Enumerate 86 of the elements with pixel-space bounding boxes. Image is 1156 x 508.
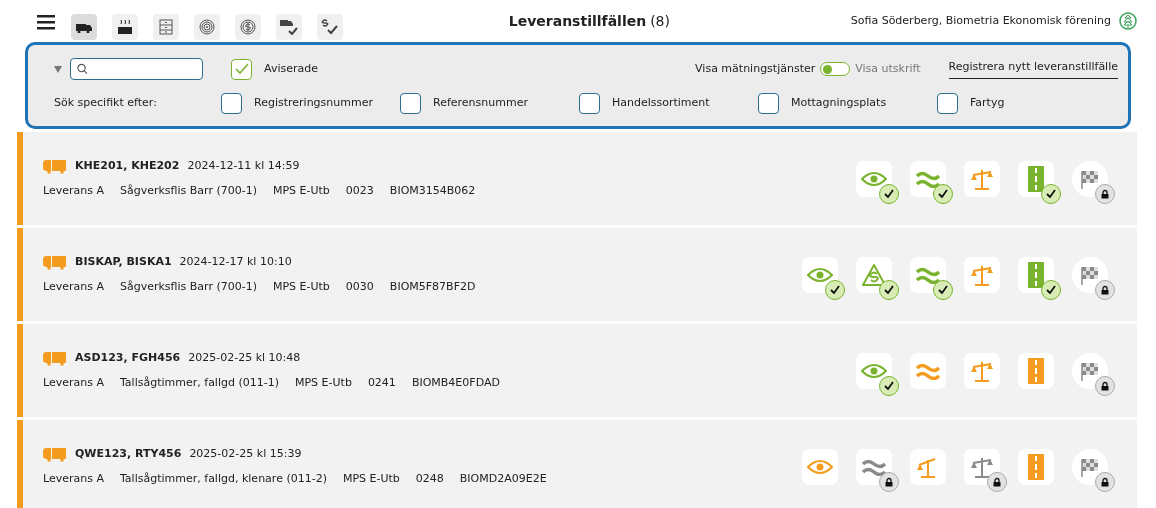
delivery-row[interactable]: BISKAP, BISKA1 2024-12-17 kl 10:10 Leverans A Sågverksflis Barr (700-1) MPS E-Utb 0030 BIOM5F87BF2D <box>17 228 1137 321</box>
cabinet-icon <box>159 19 173 35</box>
detail-text: MPS E-Utb <box>295 374 352 391</box>
vehicle-ids: KHE201, KHE202 <box>75 158 180 174</box>
truck-icon <box>43 446 67 462</box>
user-name: Sofia Söderberg, Biometria Ekonomisk förening <box>850 12 1111 29</box>
status-tile[interactable] <box>1018 160 1061 204</box>
page-title: Leveranstillfällen <box>508 11 647 31</box>
status-tile[interactable] <box>910 160 953 204</box>
status-tile[interactable] <box>910 256 953 300</box>
status-tile[interactable] <box>1018 256 1061 300</box>
checkbox[interactable] <box>221 92 242 114</box>
detail-text: 0030 <box>345 278 374 295</box>
checkbox-label: Fartyg <box>970 94 1005 111</box>
status-tile[interactable] <box>802 256 845 300</box>
truck-icon <box>43 158 67 174</box>
status-tile[interactable] <box>1072 160 1115 204</box>
date-time: 2025-02-25 kl 10:48 <box>188 350 301 366</box>
toolbar-tab[interactable] <box>276 14 302 40</box>
detail-text: BIOM5F87BF2D <box>389 278 476 295</box>
toolbar-tab[interactable] <box>317 14 343 40</box>
coin-icon <box>240 19 256 35</box>
count-text: (8) <box>650 11 670 31</box>
truck-icon <box>76 21 92 33</box>
detail-text: BIOMD2A09E2E <box>459 470 547 487</box>
detail-text: 0023 <box>345 182 374 199</box>
status-tile[interactable] <box>856 448 899 492</box>
status-tile[interactable] <box>1072 352 1115 396</box>
toolbar-tab[interactable] <box>112 14 138 40</box>
target-icon <box>199 19 215 35</box>
truck-check-icon <box>280 19 298 35</box>
toolbar-tab[interactable] <box>71 14 97 40</box>
checkbox[interactable] <box>579 92 600 114</box>
search-field[interactable] <box>70 58 203 80</box>
detail-text: Leverans A <box>43 374 104 391</box>
status-tile[interactable] <box>856 352 899 396</box>
menu-icon <box>37 13 55 30</box>
truck-icon <box>43 254 67 270</box>
status-tile[interactable] <box>856 256 899 300</box>
checkbox-label: Mottagningsplats <box>791 94 887 111</box>
delivery-row[interactable]: QWE123, RTY456 2025-02-25 kl 15:39 Leverans A Tallsågtimmer, fallgd, klenare (011-2) MPS E-Utb 0248 BIOMD2A09E2E <box>17 420 1137 508</box>
detail-text: 0241 <box>367 374 396 391</box>
caret-icon[interactable] <box>54 65 62 73</box>
checkbox[interactable] <box>758 92 779 114</box>
status-tile[interactable] <box>1072 448 1115 492</box>
date-time: 2024-12-17 kl 10:10 <box>179 254 292 270</box>
detail-text: Sågverksflis Barr (700-1) <box>119 182 257 199</box>
detail-text: MPS E-Utb <box>273 182 330 199</box>
detail-text: MPS E-Utb <box>342 470 400 487</box>
toggle-label: Visa mätningstjänster <box>695 60 816 77</box>
detail-text: Sågverksflis Barr (700-1) <box>119 278 257 295</box>
toggle-switch[interactable] <box>820 62 851 76</box>
detail-text: BIOM3154B062 <box>389 182 476 199</box>
checkbox[interactable] <box>937 92 958 114</box>
delivery-row[interactable]: ASD123, FGH456 2025-02-25 kl 10:48 Leverans A Tallsågtimmer, fallgd (011-1) MPS E-Utb 0241 BIOMB4E0FDAD <box>17 324 1137 417</box>
status-tile[interactable] <box>856 160 899 204</box>
detail-text: MPS E-Utb <box>273 278 330 295</box>
detail-text: Tallsågtimmer, fallgd, klenare (011-2) <box>119 470 327 487</box>
detail-text: Tallsågtimmer, fallgd (011-1) <box>119 374 279 391</box>
search-icon <box>77 63 88 75</box>
date-time: 2024-12-11 kl 14:59 <box>187 158 300 174</box>
date-time: 2025-02-25 kl 15:39 <box>189 446 302 462</box>
status-tile[interactable] <box>964 448 1007 492</box>
checkbox-label: Handelssortiment <box>612 94 710 111</box>
detail-text: 0248 <box>415 470 444 487</box>
detail-text: Leverans A <box>43 182 104 199</box>
tree-logo-icon <box>1119 12 1137 30</box>
checkbox-label: Registreringsnummer <box>254 94 373 111</box>
vehicle-ids: ASD123, FGH456 <box>75 350 181 366</box>
detail-text: BIOMB4E0FDAD <box>411 374 500 391</box>
status-tile[interactable] <box>1072 256 1115 300</box>
checkbox-label: Aviserade <box>264 60 318 77</box>
register-link[interactable]: Registrera nytt leveranstillfälle <box>948 59 1118 79</box>
checkbox[interactable] <box>400 92 421 114</box>
vehicle-ids: BISKAP, BISKA1 <box>75 254 172 270</box>
truck-icon <box>43 350 67 366</box>
detail-text: Leverans A <box>43 278 104 295</box>
checkbox[interactable] <box>231 58 252 80</box>
search-label: Sök specifikt efter: <box>54 94 158 111</box>
vehicle-ids: QWE123, RTY456 <box>75 446 182 462</box>
delivery-row[interactable]: KHE201, KHE202 2024-12-11 kl 14:59 Leverans A Sågverksflis Barr (700-1) MPS E-Utb 0023 BIOM3154B062 <box>17 132 1137 225</box>
s-check-icon <box>321 19 339 35</box>
detail-text: Leverans A <box>43 470 104 487</box>
checkbox-label: Referensnummer <box>433 94 528 111</box>
heater-icon <box>117 19 133 35</box>
toggle-label: Visa utskrift <box>855 60 921 77</box>
